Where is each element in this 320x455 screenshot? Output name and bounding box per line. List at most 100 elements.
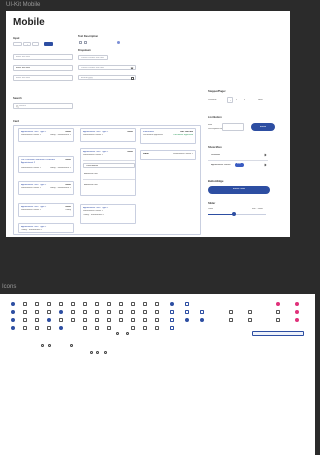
text-field-2[interactable]: Enter text here xyxy=(13,65,73,71)
info-icon xyxy=(23,310,27,314)
card-2-sub: Somewhere Street 1 xyxy=(21,167,41,169)
small-glyph-icon xyxy=(96,351,99,354)
mail-icon xyxy=(11,326,15,330)
stepper-value[interactable]: 1 xyxy=(23,42,31,46)
calendar-icon xyxy=(11,318,15,322)
plus-icon xyxy=(185,302,189,306)
dropdown-1[interactable]: Please choose one item xyxy=(78,55,108,60)
appointment-card-6[interactable]: Appointment Title / Type 1 09:41 Somewhe… xyxy=(80,128,136,142)
pager-page-3[interactable]: 3 xyxy=(244,99,245,101)
calendar-icon xyxy=(143,302,147,306)
card-1-sub: Somewhere Street 1 xyxy=(21,134,41,136)
appointment-card-3[interactable]: Appointment Title / Type 1 09:41 Somewhe… xyxy=(18,181,74,195)
home-icon xyxy=(229,318,233,322)
appointment-card-2[interactable]: Joe Lastname Someone Lastname Appointmen… xyxy=(18,156,74,173)
show-more-divider xyxy=(208,160,268,161)
expanded-card-title: Appointment Title / Type 1 xyxy=(83,150,109,153)
pager-next[interactable]: Next xyxy=(258,99,263,101)
check-icon xyxy=(107,302,111,306)
minus-icon xyxy=(119,302,123,306)
card-1-title: Appointment Title / Type 1 xyxy=(21,130,47,133)
lock-icon xyxy=(59,318,63,322)
list-item-box[interactable] xyxy=(222,123,244,131)
user-icon xyxy=(23,326,27,330)
heart-icon xyxy=(295,302,299,306)
small-glyph-icon xyxy=(126,332,129,335)
status-card-line-1: Document approved xyxy=(143,134,163,136)
status-card-value: Ref. 000 000 xyxy=(180,130,193,133)
card-5-title: Appointment Title / Type 1 xyxy=(21,225,47,228)
text-field-1-placeholder: Enter text here xyxy=(16,56,31,59)
show-more-row-1-text: Standard xyxy=(211,153,220,156)
lock-icon xyxy=(131,302,135,306)
list-item-title: Item xyxy=(208,124,213,126)
settings-icon xyxy=(95,318,99,322)
calendar-icon xyxy=(130,77,134,80)
card-2-time: 09:41 xyxy=(65,158,71,161)
user-icon xyxy=(295,310,299,314)
radio-selected[interactable] xyxy=(117,41,120,44)
appointment-card-7[interactable]: Appointment Title / Type 1 Somewhere Str… xyxy=(80,204,136,224)
pager-page-1[interactable]: 1 xyxy=(227,97,233,103)
show-more-row-1[interactable]: Standard xyxy=(208,152,268,158)
card-2-meta: Today · Somewhere 1 xyxy=(49,167,71,169)
list-item[interactable]: Item Description for list item Button xyxy=(208,123,282,133)
appointment-card-5[interactable]: Appointment Title / Type 1 Today · Somew… xyxy=(18,223,74,233)
search-input[interactable]: Search xyxy=(13,103,73,109)
quantity-stepper[interactable] xyxy=(13,42,22,46)
show-more-row-2[interactable]: Appointment Details New xyxy=(208,162,268,168)
stepper-right[interactable] xyxy=(32,42,39,46)
text-field-3[interactable]: Enter text here xyxy=(13,75,73,81)
card-7-meta: Today · Somewhere 1 xyxy=(83,214,105,216)
list-item-button-label: Button xyxy=(259,125,267,128)
card-4-sub: Somewhere Street 1 xyxy=(21,209,41,211)
card-6-time: 09:41 xyxy=(127,130,133,133)
status-card-line-2: Document approved xyxy=(173,134,193,136)
pager-prev[interactable]: Previous xyxy=(208,99,217,101)
stepper-value-text: 1 xyxy=(27,44,29,47)
expanded-card[interactable]: Appointment Title / Type 1 09:41 Somewhe… xyxy=(80,148,136,196)
text-description-label: Text Description xyxy=(78,35,99,38)
calendar-icon xyxy=(71,318,75,322)
dropdown-2-value: Please choose one item xyxy=(81,66,105,69)
expanded-card-field[interactable]: Consultation xyxy=(83,163,135,168)
star-icon xyxy=(107,310,111,314)
checkbox-2[interactable] xyxy=(84,41,87,44)
info-card[interactable]: Label Somewhere Street 1 xyxy=(140,150,196,160)
minus-icon xyxy=(47,326,51,330)
date-field[interactable]: dd.mm.yyyy xyxy=(78,75,136,80)
chevron-down-icon xyxy=(130,66,134,70)
bell-icon xyxy=(200,310,204,314)
status-badge: New xyxy=(235,163,244,167)
info-icon xyxy=(143,326,147,330)
stepper-plus-button[interactable] xyxy=(44,42,53,46)
text-field-1[interactable]: Enter text here xyxy=(13,54,73,60)
pager-page-2[interactable]: 2 xyxy=(236,99,237,101)
appointment-card-1[interactable]: Appointment Title / Type 1 09:41 Somewhe… xyxy=(18,128,74,142)
mail-icon xyxy=(83,302,87,306)
bell-icon xyxy=(119,318,123,322)
icons-board xyxy=(0,294,315,455)
primary-button[interactable]: Button Label xyxy=(208,186,270,194)
card-5-meta: Today · Somewhere 1 xyxy=(21,229,43,231)
share-icon xyxy=(170,326,174,330)
search-icon xyxy=(155,318,159,322)
share-icon xyxy=(107,318,111,322)
checkbox-1[interactable] xyxy=(79,41,82,44)
slider[interactable] xyxy=(208,212,266,216)
plus-icon xyxy=(107,326,111,330)
slider-thumb[interactable] xyxy=(232,212,236,216)
document-icon xyxy=(23,302,27,306)
expanded-card-detail-2: Additional text xyxy=(84,184,98,186)
list-item-button[interactable]: Button xyxy=(251,123,275,131)
pager-page-1-text: 1 xyxy=(230,99,232,102)
info-card-right: Somewhere Street 1 xyxy=(173,152,193,155)
document-icon xyxy=(143,318,147,322)
plus-icon xyxy=(47,318,51,322)
pager-label: Stepper/Pager xyxy=(208,90,226,93)
appointment-card-4[interactable]: Appointment Title / Type 1 09:41 Somewhe… xyxy=(18,203,74,217)
status-card[interactable]: Information Ref. 000 000 Document approv… xyxy=(140,128,196,144)
dropdown-2[interactable]: Please choose one item xyxy=(78,65,136,70)
slider-max: Min · Value xyxy=(252,208,263,210)
dropdown-1-value: Please choose one item xyxy=(81,56,105,59)
